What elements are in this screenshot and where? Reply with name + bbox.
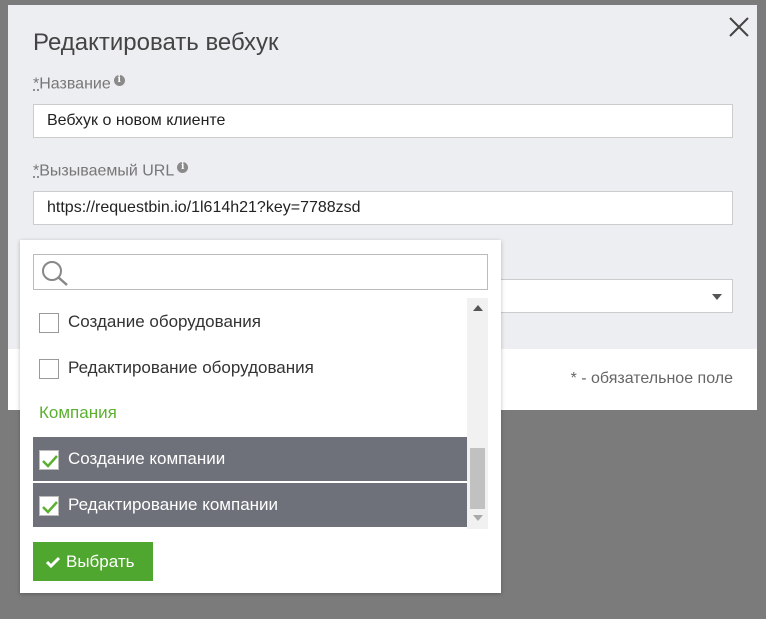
name-label: *Название i [33, 75, 125, 93]
scroll-up-icon[interactable] [473, 305, 483, 311]
required-note: * - обязательное поле [570, 370, 733, 387]
list-item[interactable]: Создание оборудования [33, 300, 467, 344]
dialog-title: Редактировать вебхук [33, 29, 279, 56]
list-item-label: Создание компании [68, 449, 226, 468]
info-icon[interactable]: i [113, 75, 125, 86]
search-icon [42, 261, 68, 286]
scrollbar[interactable] [467, 298, 488, 529]
url-input[interactable]: https://requestbin.io/1l614h21?key=7788z… [33, 191, 733, 225]
list-item[interactable]: Создание компании [33, 437, 467, 481]
url-label-text: Вызываемый URL [39, 162, 175, 180]
scroll-down-icon[interactable] [473, 515, 483, 521]
chevron-down-icon [712, 294, 722, 300]
url-label: *Вызываемый URL i [33, 162, 189, 180]
checkbox[interactable] [39, 496, 59, 516]
list-item-label: Редактирование компании [68, 495, 279, 514]
events-dropdown: Создание оборудования Редактирование обо… [20, 240, 501, 593]
name-input[interactable]: Вебхук о новом клиенте [33, 104, 733, 138]
close-icon[interactable] [728, 16, 750, 38]
events-list: Создание оборудования Редактирование обо… [33, 298, 488, 529]
select-button[interactable]: Выбрать [33, 542, 153, 581]
list-item-label: Создание оборудования [68, 312, 262, 331]
select-button-label: Выбрать [66, 552, 135, 571]
checkbox[interactable] [39, 450, 59, 470]
list-item[interactable]: Редактирование оборудования [33, 346, 467, 390]
list-item-label: Редактирование оборудования [68, 358, 314, 377]
info-icon[interactable]: i [177, 162, 189, 173]
checkmark-icon [45, 556, 61, 569]
checkmark-icon [42, 501, 58, 514]
search-input[interactable] [33, 254, 488, 290]
checkmark-icon [42, 455, 58, 468]
group-label: Компания [39, 403, 117, 422]
checkbox[interactable] [39, 359, 59, 379]
name-label-text: Название [39, 75, 111, 93]
scrollbar-thumb[interactable] [470, 448, 485, 509]
checkbox[interactable] [39, 313, 59, 333]
list-item[interactable]: Редактирование компании [33, 483, 467, 527]
events-select[interactable] [498, 279, 733, 313]
